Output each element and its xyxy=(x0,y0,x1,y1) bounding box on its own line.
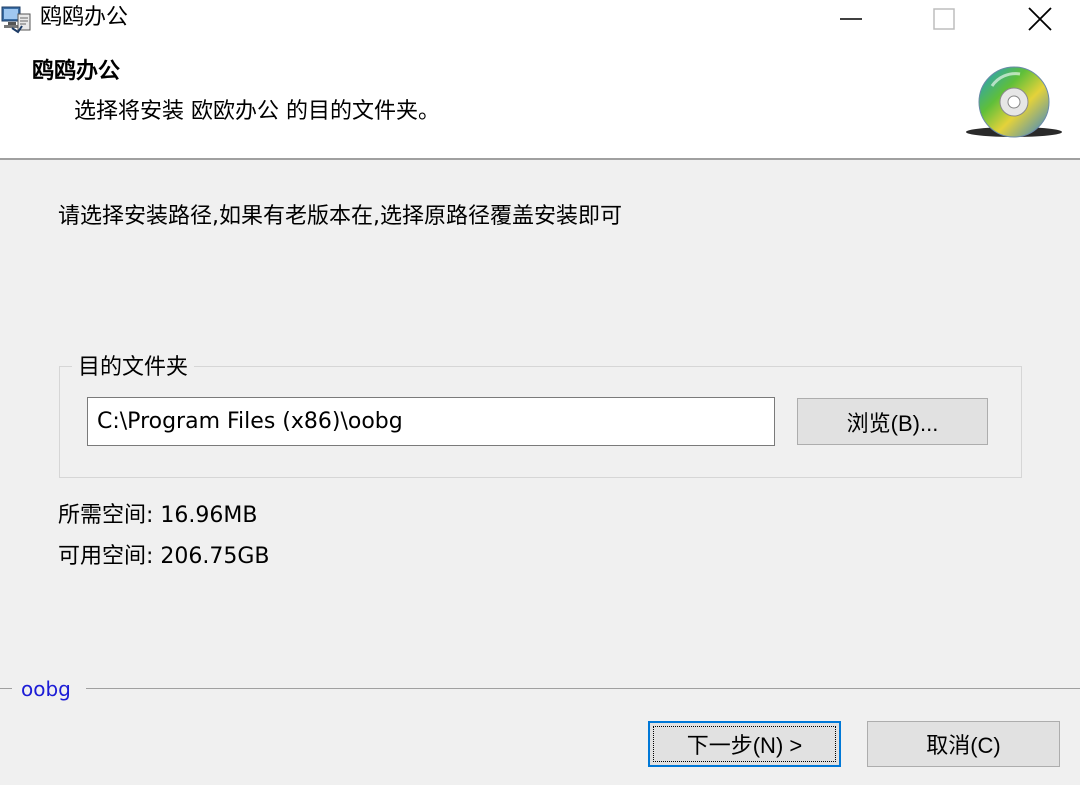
brand-text: oobg xyxy=(19,675,73,703)
footer-divider xyxy=(86,688,1080,689)
title-bar: 鸥鸥办公 xyxy=(0,0,1080,38)
minimize-icon[interactable] xyxy=(826,0,876,38)
wizard-header: 鸥鸥办公 选择将安装 欧欧办公 的目的文件夹。 xyxy=(0,38,1080,160)
cd-disc-icon xyxy=(964,60,1064,138)
destination-path-input[interactable] xyxy=(87,397,775,446)
header-subtitle: 选择将安装 欧欧办公 的目的文件夹。 xyxy=(74,99,440,124)
space-required-text: 所需空间: 16.96MB xyxy=(58,503,258,528)
installer-icon xyxy=(0,4,34,34)
cancel-button-label: 取消(C) xyxy=(926,733,1001,758)
footer-divider-left xyxy=(0,688,12,689)
browse-button[interactable]: 浏览(B)... xyxy=(797,398,988,445)
next-button[interactable]: 下一步(N) > xyxy=(648,721,841,767)
cancel-button[interactable]: 取消(C) xyxy=(867,721,1060,767)
next-button-label: 下一步(N) > xyxy=(686,733,803,758)
instruction-text: 请选择安装路径,如果有老版本在,选择原路径覆盖安装即可 xyxy=(58,204,622,229)
destination-group-label: 目的文件夹 xyxy=(72,353,195,383)
space-available-text: 可用空间: 206.75GB xyxy=(58,544,270,569)
browse-button-label: 浏览(B)... xyxy=(846,410,939,436)
window-title: 鸥鸥办公 xyxy=(40,5,129,30)
close-icon[interactable] xyxy=(1015,0,1065,38)
header-title: 鸥鸥办公 xyxy=(32,59,121,84)
maximize-icon[interactable] xyxy=(919,0,969,38)
